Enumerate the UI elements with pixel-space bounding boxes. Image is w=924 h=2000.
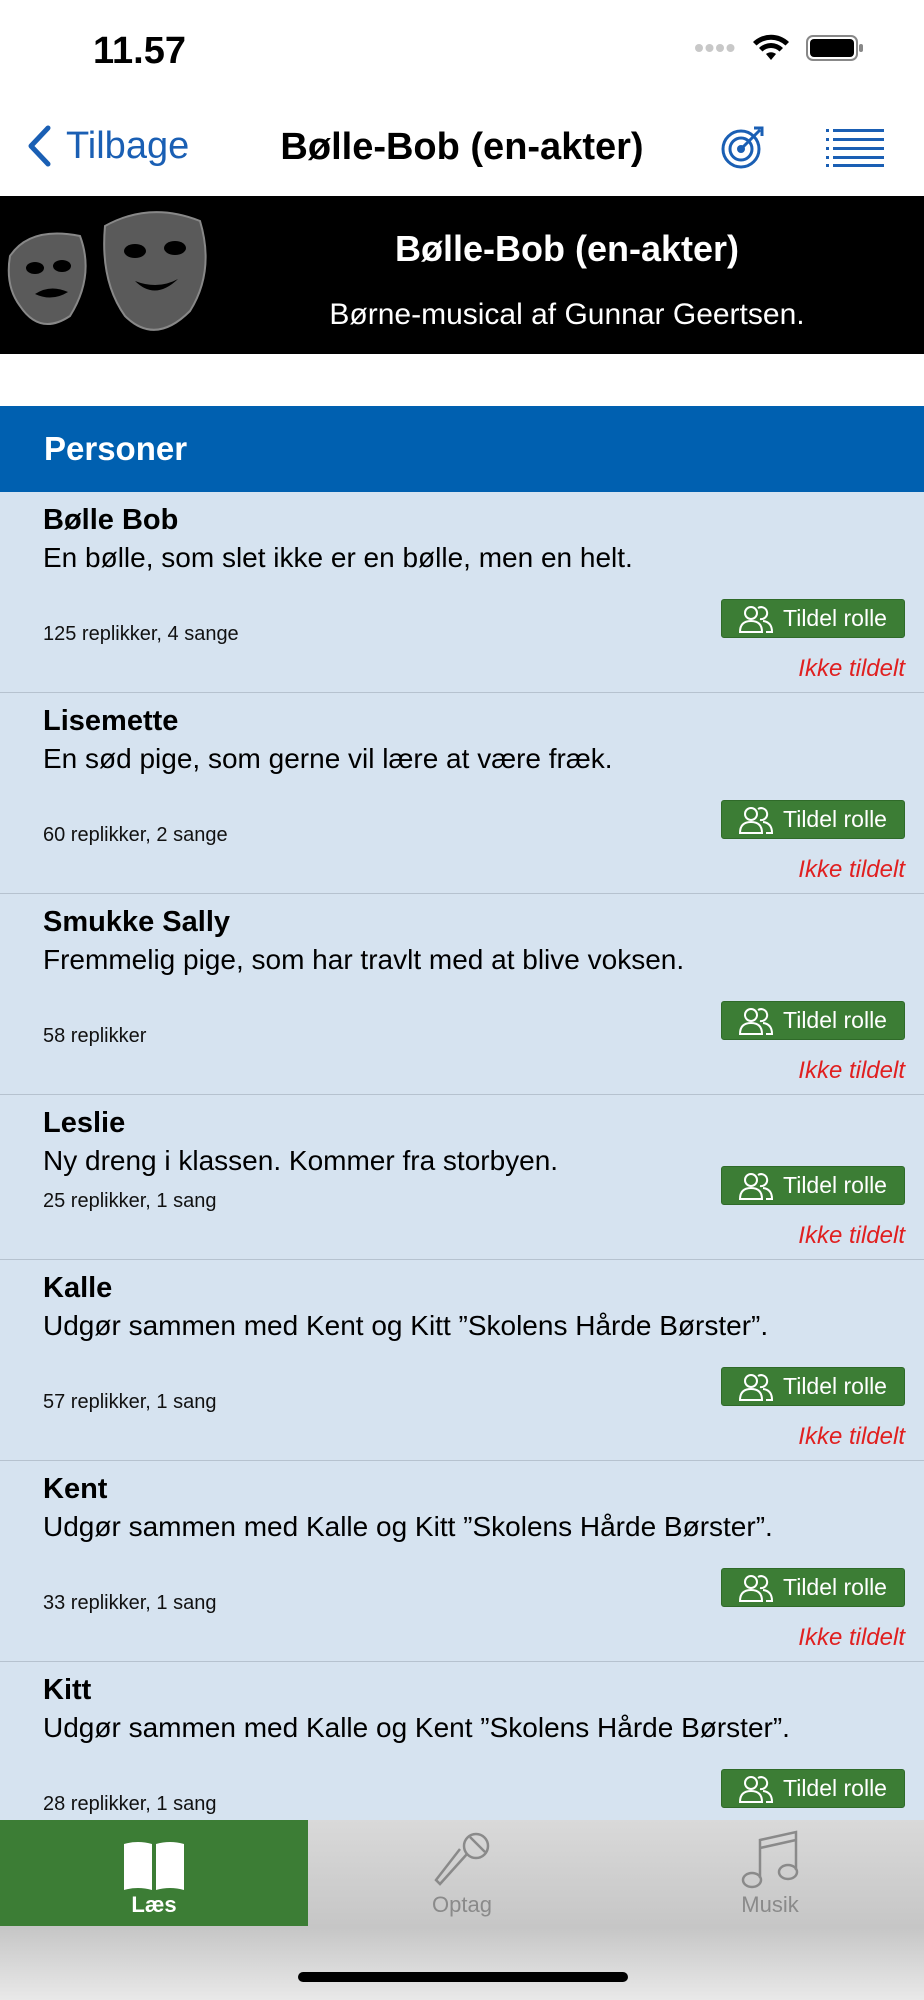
- assign-role-label: Tildel rolle: [783, 1775, 887, 1801]
- role-name: Kalle: [43, 1272, 113, 1304]
- users-icon: [739, 1007, 774, 1035]
- play-banner: Bølle-Bob (en-akter) Børne-musical af Gu…: [0, 196, 924, 354]
- assign-role-button[interactable]: Tildel rolle: [721, 1367, 905, 1406]
- assign-role-label: Tildel rolle: [783, 1007, 887, 1033]
- assign-role-label: Tildel rolle: [783, 1373, 887, 1399]
- role-row[interactable]: Lisemette En sød pige, som gerne vil lær…: [0, 693, 924, 894]
- users-icon: [739, 605, 774, 633]
- assign-role-button[interactable]: Tildel rolle: [721, 1001, 905, 1040]
- tab-record[interactable]: Optag: [308, 1820, 616, 1926]
- assign-role-label: Tildel rolle: [783, 605, 887, 631]
- role-row[interactable]: Kent Udgør sammen med Kalle og Kitt ”Sko…: [0, 1461, 924, 1662]
- role-description: Udgør sammen med Kalle og Kitt ”Skolens …: [43, 1511, 773, 1542]
- assign-role-button[interactable]: Tildel rolle: [721, 1166, 905, 1205]
- role-description: En sød pige, som gerne vil lære at være …: [43, 743, 613, 774]
- section-header: Personer: [0, 406, 924, 492]
- role-description: Udgør sammen med Kalle og Kent ”Skolens …: [43, 1712, 790, 1743]
- users-icon: [739, 1172, 774, 1200]
- users-icon: [739, 1574, 774, 1602]
- back-button[interactable]: Tilbage: [26, 124, 189, 168]
- assign-role-label: Tildel rolle: [783, 1574, 887, 1600]
- battery-icon: [806, 35, 863, 61]
- home-indicator: [298, 1972, 628, 1982]
- role-row[interactable]: Bølle Bob En bølle, som slet ikke er en …: [0, 492, 924, 693]
- chevron-left-icon: [28, 125, 51, 167]
- assign-role-button[interactable]: Tildel rolle: [721, 800, 905, 839]
- role-name: Leslie: [43, 1107, 126, 1139]
- users-icon: [739, 806, 774, 834]
- assignment-status: Ikke tildelt: [798, 655, 905, 682]
- banner-title: Bølle-Bob (en-akter): [394, 228, 740, 269]
- role-name: Smukke Sally: [43, 906, 230, 938]
- tab-read-label: Læs: [131, 1892, 177, 1917]
- navigation-bar: Tilbage Bølle-Bob (en-akter): [0, 110, 924, 196]
- role-row[interactable]: Leslie Ny dreng i klassen. Kommer fra st…: [0, 1095, 924, 1260]
- status-time: 11.57: [93, 30, 186, 72]
- role-stats: 60 replikker, 2 sange: [43, 824, 228, 846]
- role-description: Udgør sammen med Kent og Kitt ”Skolens H…: [43, 1310, 769, 1341]
- tab-record-label: Optag: [432, 1892, 492, 1917]
- banner-subtitle: Børne-musical af Gunnar Geertsen.: [329, 298, 805, 331]
- role-stats: 125 replikker, 4 sange: [43, 623, 239, 645]
- assignment-status: Ikke tildelt: [798, 856, 905, 883]
- role-description: Fremmelig pige, som har travlt med at bl…: [43, 944, 685, 975]
- assignment-status: Ikke tildelt: [798, 1423, 905, 1450]
- theater-masks-icon: [7, 211, 207, 331]
- status-bar: 11.57: [0, 0, 924, 110]
- assignment-status: Ikke tildelt: [798, 1057, 905, 1084]
- assign-role-button[interactable]: Tildel rolle: [721, 1769, 905, 1808]
- assignment-status: Ikke tildelt: [798, 1624, 905, 1651]
- wifi-icon: [753, 34, 789, 60]
- role-row[interactable]: Kitt Udgør sammen med Kalle og Kent ”Sko…: [0, 1662, 924, 1820]
- role-list[interactable]: Bølle Bob En bølle, som slet ikke er en …: [0, 492, 924, 1820]
- microphone-icon: [434, 1832, 490, 1886]
- role-description: En bølle, som slet ikke er en bølle, men…: [43, 542, 633, 573]
- role-stats: 57 replikker, 1 sang: [43, 1391, 217, 1413]
- role-row[interactable]: Kalle Udgør sammen med Kent og Kitt ”Sko…: [0, 1260, 924, 1461]
- role-stats: 33 replikker, 1 sang: [43, 1592, 217, 1614]
- target-icon[interactable]: [720, 124, 766, 170]
- role-stats: 25 replikker, 1 sang: [43, 1190, 217, 1212]
- role-description: Ny dreng i klassen. Kommer fra storbyen.: [43, 1145, 559, 1176]
- assign-role-button[interactable]: Tildel rolle: [721, 1568, 905, 1607]
- tab-read[interactable]: Læs: [0, 1820, 308, 1926]
- role-stats: 28 replikker, 1 sang: [43, 1793, 217, 1815]
- assign-role-label: Tildel rolle: [783, 806, 887, 832]
- role-row[interactable]: Smukke Sally Fremmelig pige, som har tra…: [0, 894, 924, 1095]
- tab-music[interactable]: Musik: [616, 1820, 924, 1926]
- music-note-icon: [741, 1830, 799, 1889]
- role-name: Kent: [43, 1473, 108, 1505]
- users-icon: [739, 1775, 774, 1803]
- list-menu-icon[interactable]: [826, 127, 884, 167]
- back-label: Tilbage: [66, 124, 190, 167]
- section-title: Personer: [44, 430, 188, 467]
- tab-music-label: Musik: [741, 1892, 799, 1917]
- book-icon: [124, 1842, 184, 1890]
- assign-role-label: Tildel rolle: [783, 1172, 887, 1198]
- role-name: Kitt: [43, 1674, 92, 1706]
- role-stats: 58 replikker: [43, 1025, 147, 1047]
- role-name: Bølle Bob: [43, 504, 179, 536]
- role-name: Lisemette: [43, 705, 179, 737]
- users-icon: [739, 1373, 774, 1401]
- signal-dots-icon: [695, 44, 735, 52]
- assign-role-button[interactable]: Tildel rolle: [721, 599, 905, 638]
- assignment-status: Ikke tildelt: [798, 1222, 905, 1249]
